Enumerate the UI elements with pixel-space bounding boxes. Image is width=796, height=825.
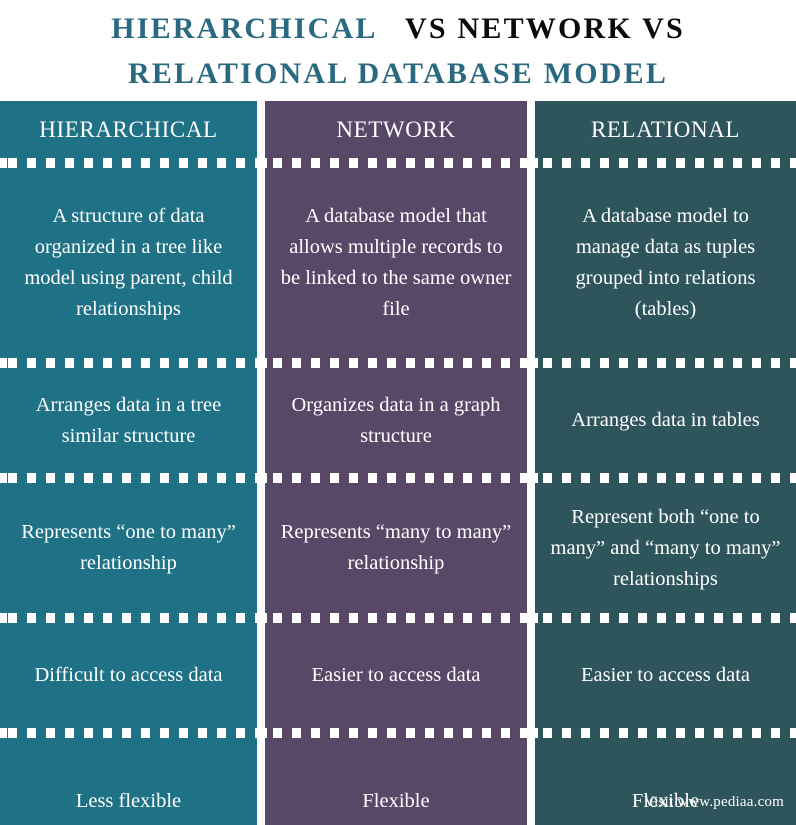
cell-relational-arrangement: Arranges data in tables bbox=[571, 409, 760, 431]
column-header-hierarchical: HIERARCHICAL bbox=[39, 116, 218, 142]
cell-hierarchical-relationship: Represents “one to many” relationship bbox=[21, 521, 236, 574]
row-separator bbox=[535, 158, 796, 168]
row-separator bbox=[265, 158, 527, 168]
cell-hierarchical-definition: A structure of data organized in a tree … bbox=[24, 205, 233, 320]
cell-relational-flexibility: Flexible bbox=[631, 790, 700, 812]
cell-relational-definition: A database model to manage data as tuple… bbox=[575, 205, 756, 320]
row-separator bbox=[0, 158, 257, 168]
title-dark-vs-network-vs: VS NETWORK VS bbox=[405, 12, 685, 45]
column-relational: RELATIONAL A database model to manage da… bbox=[535, 101, 796, 825]
row-separator bbox=[265, 613, 527, 623]
column-hierarchical: HIERARCHICAL A structure of data organiz… bbox=[0, 101, 257, 825]
comparison-table: HIERARCHICAL A structure of data organiz… bbox=[0, 101, 796, 825]
row-separator bbox=[265, 728, 527, 738]
column-header-relational: RELATIONAL bbox=[590, 116, 741, 142]
row-separator bbox=[535, 613, 796, 623]
row-separator bbox=[0, 728, 257, 738]
row-separator bbox=[0, 358, 257, 368]
row-separator bbox=[535, 358, 796, 368]
title-accent-hierarchical: HIERARCHICAL bbox=[111, 12, 376, 45]
row-separator bbox=[265, 473, 527, 483]
page-title: HIERARCHICAL VS NETWORK VS RELATIONAL DA… bbox=[0, 0, 796, 101]
cell-hierarchical-flexibility: Less flexible bbox=[75, 790, 182, 812]
row-separator bbox=[0, 613, 257, 623]
row-separator bbox=[535, 473, 796, 483]
cell-hierarchical-arrangement: Arranges data in a tree similar structur… bbox=[35, 393, 222, 447]
cell-relational-access: Easier to access data bbox=[580, 664, 751, 686]
column-network: NETWORK A database model that allows mul… bbox=[265, 101, 527, 825]
cell-network-access: Easier to access data bbox=[311, 664, 481, 686]
column-header-network: NETWORK bbox=[336, 116, 456, 142]
title-line-2: RELATIONAL DATABASE MODEL bbox=[127, 57, 669, 90]
row-separator bbox=[265, 358, 527, 368]
cell-hierarchical-access: Difficult to access data bbox=[34, 664, 223, 686]
row-separator bbox=[0, 473, 257, 483]
cell-relational-relationship: Represent both “one to many” and “many t… bbox=[550, 505, 781, 590]
cell-network-flexibility: Flexible bbox=[362, 790, 430, 812]
title-line-1: HIERARCHICAL VS NETWORK VS bbox=[0, 6, 796, 51]
row-separator bbox=[535, 728, 796, 738]
attribution-text: Visit www.pediaa.com bbox=[643, 794, 784, 810]
cell-network-definition: A database model that allows multiple re… bbox=[280, 205, 512, 320]
cell-network-relationship: Represents “many to many” relationship bbox=[280, 521, 512, 574]
cell-network-arrangement: Organizes data in a graph structure bbox=[291, 393, 501, 447]
